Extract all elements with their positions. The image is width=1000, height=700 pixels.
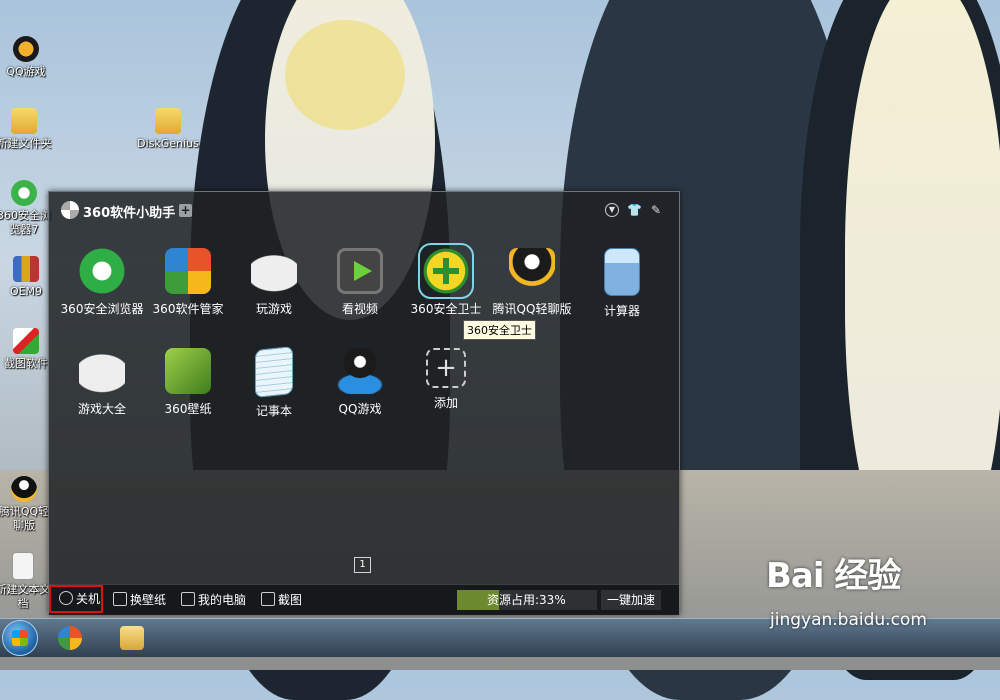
add-icon: + (426, 348, 466, 388)
watermark-logo: Bai 经验 (766, 556, 901, 596)
360-guard-icon (418, 243, 474, 299)
shutdown-button[interactable]: 关机 (49, 585, 103, 613)
my-computer-button[interactable]: 我的电脑 (181, 591, 246, 609)
360-browser-icon (79, 248, 125, 294)
wallpaper-penguin-neck (285, 20, 405, 130)
resource-usage-bar: 资源占用:33% (457, 590, 597, 610)
360-browser-icon (11, 180, 37, 206)
change-wallpaper-label: 换壁纸 (130, 593, 167, 607)
app-calculator[interactable]: 计算器 (579, 248, 665, 319)
app-game-collection[interactable]: 游戏大全 (59, 348, 145, 417)
video-icon (337, 248, 383, 294)
desktop-icon-label: QQ游戏 (6, 65, 46, 78)
desktop-icon-label: 新建文件夹 (0, 137, 52, 150)
360-logo-icon (61, 201, 79, 219)
window-title: 360软件小助手 (83, 206, 176, 221)
360-software-manager-icon (165, 248, 211, 294)
folder-icon (11, 108, 37, 134)
app-360-browser[interactable]: 360安全浏览器 (59, 248, 145, 317)
app-label: 记事本 (255, 404, 292, 418)
change-wallpaper-button[interactable]: 换壁纸 (113, 591, 166, 609)
desktop-icon-new-text[interactable]: 新建文本文档 (0, 552, 52, 611)
app-add[interactable]: + 添加 (403, 348, 489, 411)
desktop-icon-label: DiskGenius (137, 137, 199, 150)
menu-icon[interactable]: ▼ (605, 203, 619, 217)
software-assistant-window: 360软件小助手 + ▼ 👕 ✎ 360安全浏览器 360软件管家 玩游戏 看视… (48, 191, 680, 615)
gamepad-icon (251, 248, 297, 294)
folder-icon (155, 108, 181, 134)
archive-icon (13, 256, 39, 282)
screenshot-label: 截图 (278, 593, 303, 607)
desktop-icon-label: OEM9 (9, 285, 43, 298)
windows-logo-icon (12, 630, 28, 646)
wallpaper-icon (165, 348, 211, 394)
baidu-jingyan-watermark: Bai 经验 jingyan.baidu.com (766, 548, 927, 630)
desktop-icon-label: 360安全浏览器7 (0, 209, 51, 236)
desktop-icon-diskgenius[interactable]: DiskGenius (136, 108, 200, 151)
window-header: 360软件小助手 + ▼ 👕 ✎ (49, 192, 679, 228)
app-label: 玩游戏 (255, 302, 292, 316)
power-icon (59, 591, 73, 605)
watermark-url: jingyan.baidu.com (770, 610, 927, 630)
notepad-icon (255, 346, 293, 398)
wallpaper-icon (113, 592, 127, 606)
taskbar-app-360-software-manager[interactable] (50, 622, 90, 654)
desktop-icon-label: 截图软件 (4, 357, 48, 370)
app-label: 游戏大全 (77, 402, 126, 416)
screenshot-button[interactable]: 截图 (261, 591, 302, 609)
screenshot-icon (261, 592, 275, 606)
app-label: 360安全卫士 (410, 302, 482, 316)
computer-icon (181, 592, 195, 606)
app-qq-game[interactable]: QQ游戏 (317, 348, 403, 417)
desktop-icon-qq[interactable]: 腾讯QQ轻聊版 (0, 476, 54, 533)
app-label: 计算器 (603, 304, 640, 318)
calculator-icon (604, 248, 640, 296)
taskbar-app-file-explorer[interactable] (112, 622, 152, 654)
my-computer-label: 我的电脑 (198, 593, 247, 607)
bottom-toolbar: 关机 换壁纸 我的电脑 截图 资源占用:33% 一键加速 (49, 584, 679, 615)
app-360-guard[interactable]: 360安全卫士 (403, 243, 489, 317)
gamepad-icon (79, 348, 125, 394)
app-notepad[interactable]: 记事本 (231, 346, 317, 419)
screenshot-icon (13, 328, 39, 354)
skin-icon[interactable]: 👕 (627, 203, 642, 217)
qq-game-icon (337, 348, 383, 394)
desktop-icon-new-folder[interactable]: 新建文件夹 (0, 108, 56, 151)
app-label: QQ游戏 (338, 402, 382, 416)
page-indicator[interactable]: 1 (354, 557, 371, 573)
app-play-games[interactable]: 玩游戏 (231, 248, 317, 317)
start-button[interactable] (2, 620, 38, 656)
tooltip: 360安全卫士 (463, 320, 536, 340)
app-360-software-manager[interactable]: 360软件管家 (145, 248, 231, 317)
desktop-icon-label: 腾讯QQ轻聊版 (0, 505, 50, 532)
app-label: 添加 (433, 396, 458, 410)
qq-game-icon (13, 36, 39, 62)
app-qq-lite[interactable]: 腾讯QQ轻聊版 (489, 248, 575, 317)
desktop-icon-label: 新建文本文档 (0, 583, 51, 610)
one-click-boost-button[interactable]: 一键加速 (601, 590, 661, 610)
app-label: 360安全浏览器 (60, 302, 144, 316)
app-label: 360软件管家 (152, 302, 224, 316)
app-label: 360壁纸 (164, 402, 212, 416)
qq-icon (509, 248, 555, 294)
add-tab-button[interactable]: + (179, 204, 192, 217)
desktop-icon-360-browser[interactable]: 360安全浏览器7 (0, 180, 54, 237)
shutdown-label: 关机 (76, 592, 101, 606)
360-software-manager-icon (58, 626, 82, 650)
qq-icon (11, 476, 37, 502)
edit-icon[interactable]: ✎ (649, 203, 663, 217)
desktop-icon-qq-game[interactable]: QQ游戏 (0, 36, 58, 79)
text-file-icon (12, 552, 34, 580)
app-label: 腾讯QQ轻聊版 (492, 302, 572, 316)
app-label: 看视频 (341, 302, 378, 316)
app-360-wallpaper[interactable]: 360壁纸 (145, 348, 231, 417)
app-watch-video[interactable]: 看视频 (317, 248, 403, 317)
folder-icon (120, 626, 144, 650)
resource-usage-label: 资源占用:33% (487, 593, 566, 607)
